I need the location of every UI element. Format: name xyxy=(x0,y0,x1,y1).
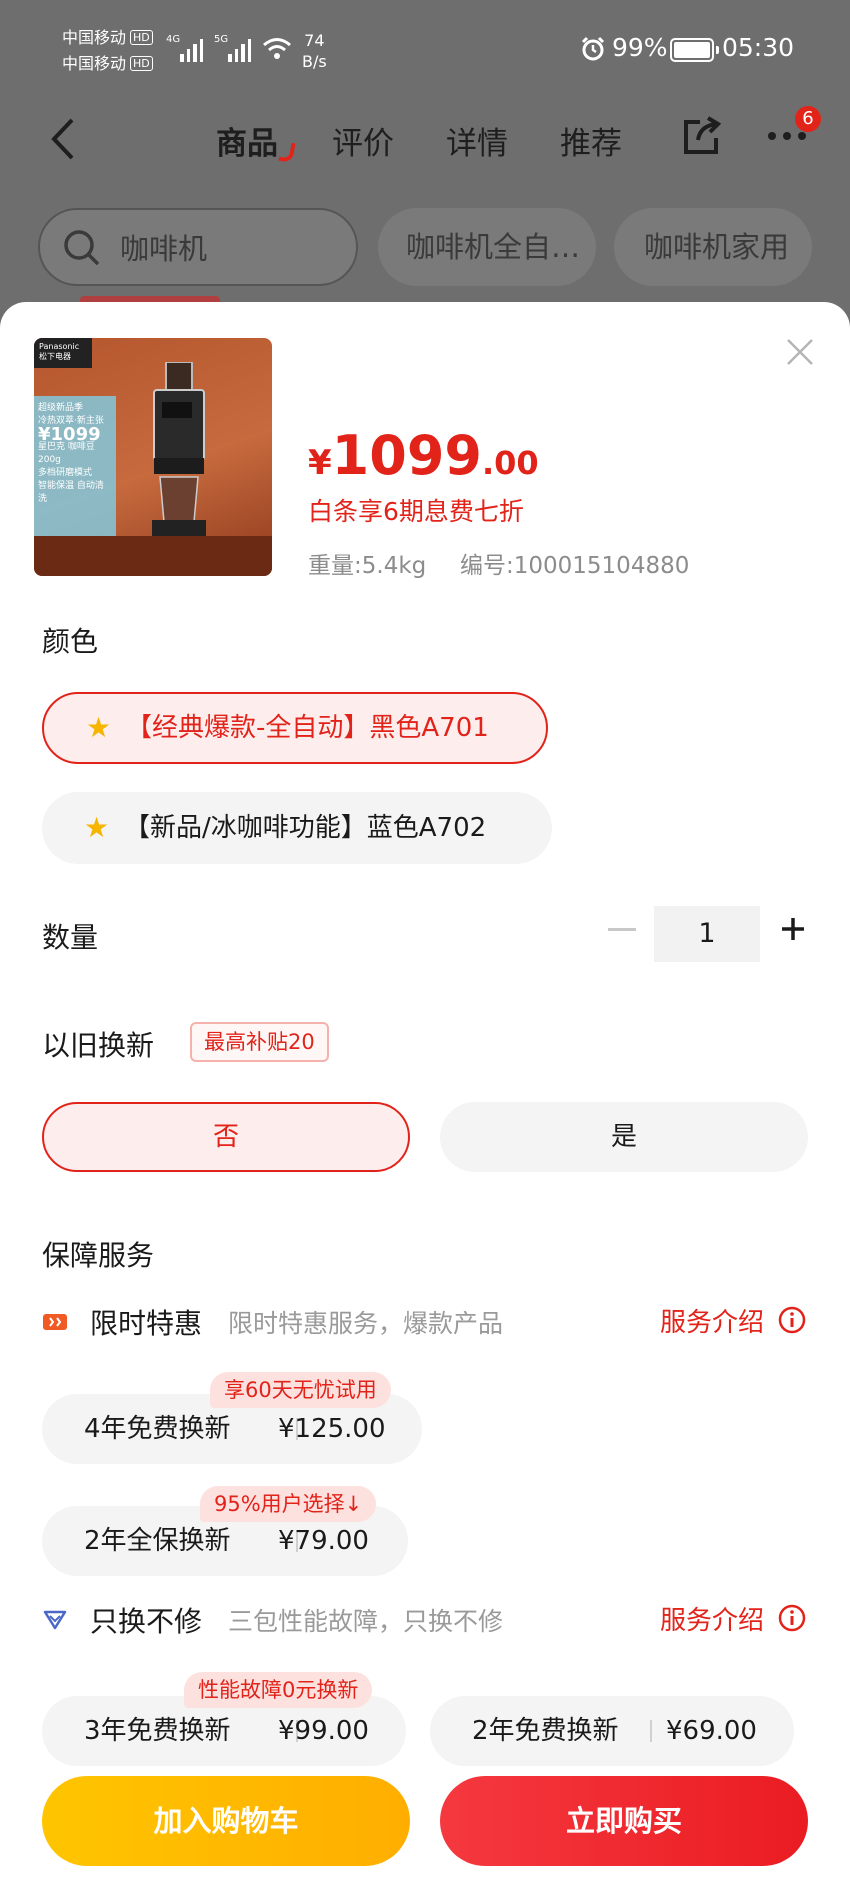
product-sku: 编号:100015104880 xyxy=(460,553,690,579)
add-to-cart-button[interactable]: 加入购物车 xyxy=(42,1776,410,1866)
service-group-header: 只换不修 三包性能故障，只换不修 xyxy=(42,1600,642,1640)
service-ribbon: 性能故障0元换新 xyxy=(184,1672,373,1708)
service-intro-link[interactable]: 服务介绍 xyxy=(660,1302,764,1339)
battery-icon xyxy=(670,38,719,62)
signal-bars-2-icon xyxy=(228,36,251,62)
search-input[interactable]: 咖啡机 xyxy=(38,208,358,286)
star-icon: ★ xyxy=(86,711,112,744)
quantity-label: 数量 xyxy=(42,921,99,954)
trade-in-yes-button[interactable]: 是 xyxy=(440,1102,808,1172)
clock: 05:30 xyxy=(722,33,795,62)
installment-offer: 白条享6期息费七折 xyxy=(308,497,524,526)
service-option-2yr[interactable]: 2年免费换新 ¥69.00 xyxy=(430,1696,794,1766)
back-arrow-icon[interactable] xyxy=(46,114,86,164)
battery-percent: 99% xyxy=(612,33,668,62)
network-type-1: 4G xyxy=(166,34,181,45)
alarm-icon xyxy=(581,36,605,61)
table-surface xyxy=(34,536,272,576)
close-icon[interactable] xyxy=(784,336,816,368)
search-query: 咖啡机 xyxy=(120,232,208,266)
subsidy-tag: 最高补贴20 xyxy=(190,1022,329,1062)
trade-in-label: 以旧换新 xyxy=(42,1029,155,1062)
option-label: 【新品/冰咖啡功能】蓝色A702 xyxy=(124,813,487,843)
service-ribbon: 95%用户选择↓ xyxy=(200,1486,377,1522)
tab-reviews[interactable]: 评价 xyxy=(332,118,394,163)
carrier-2-name: 中国移动 xyxy=(62,54,127,73)
tab-details[interactable]: 详情 xyxy=(446,118,508,163)
service-price: ¥69.00 xyxy=(666,1716,757,1746)
info-icon[interactable] xyxy=(778,1604,806,1632)
price: ¥1099.00 xyxy=(308,424,539,487)
trade-in-no-button[interactable]: 否 xyxy=(42,1102,410,1172)
hd-badge: HD xyxy=(130,30,153,45)
network-type-2: 5G xyxy=(214,34,229,45)
product-image[interactable]: Panasonic 松下电器 超级新品季 冷热双萃·新主张 ¥1099 星巴克 咖… xyxy=(34,338,272,576)
service-name: 2年免费换新 xyxy=(472,1716,619,1746)
service-name: 4年免费换新 xyxy=(84,1414,231,1444)
service-intro-link[interactable]: 服务介绍 xyxy=(660,1600,764,1637)
color-label: 颜色 xyxy=(42,625,99,658)
sku-selector-sheet: Panasonic 松下电器 超级新品季 冷热双萃·新主张 ¥1099 星巴克 咖… xyxy=(0,302,850,1879)
service-desc: 三包性能故障，只换不修 xyxy=(228,1607,504,1636)
promo-line: 智能保温 自动清洗 xyxy=(38,481,104,504)
quantity-increase-button[interactable] xyxy=(780,916,806,942)
product-weight: 重量:5.4kg xyxy=(308,553,427,579)
info-icon[interactable] xyxy=(778,1306,806,1334)
speed-unit: B/s xyxy=(302,52,327,71)
promo-line: 多档研磨模式 xyxy=(38,468,93,478)
option-label: 【经典爆款-全自动】黑色A701 xyxy=(126,713,489,743)
top-nav: 商品 评价 详情 推荐 6 xyxy=(0,100,850,200)
tab-product[interactable]: 商品 xyxy=(216,118,278,163)
carrier-1: 中国移动 HD xyxy=(62,28,153,48)
hd-badge: HD xyxy=(130,56,153,71)
service-group-header: 限时特惠 限时特惠服务，爆款产品 xyxy=(42,1302,642,1342)
tab-recommend[interactable]: 推荐 xyxy=(560,118,622,163)
service-title: 限时特惠 xyxy=(90,1307,203,1340)
suggest-chip-2[interactable]: 咖啡机家用 xyxy=(614,208,812,286)
suggest-chip-1[interactable]: 咖啡机全自… xyxy=(378,208,596,286)
brand-logo: Panasonic 松下电器 xyxy=(34,338,92,368)
network-speed: 74 B/s xyxy=(302,30,327,72)
quantity-decrease-button[interactable] xyxy=(608,928,636,931)
color-option-a701[interactable]: ★ 【经典爆款-全自动】黑色A701 xyxy=(42,692,548,764)
active-tab-indicator xyxy=(278,140,296,164)
gift-icon xyxy=(43,1314,67,1330)
service-ribbon: 享60天无忧试用 xyxy=(210,1372,391,1408)
notification-badge: 6 xyxy=(795,106,821,132)
promo-line: 星巴克 咖啡豆200g xyxy=(38,442,95,465)
color-option-a702[interactable]: ★ 【新品/冰咖啡功能】蓝色A702 xyxy=(42,792,552,864)
star-icon: ★ xyxy=(84,811,110,844)
promo-panel: 超级新品季 冷热双萃·新主张 ¥1099 星巴克 咖啡豆200g 多档研磨模式 … xyxy=(34,396,116,546)
wifi-icon xyxy=(263,38,291,59)
search-icon xyxy=(64,230,100,266)
service-desc: 限时特惠服务，爆款产品 xyxy=(228,1309,504,1338)
status-bar: 中国移动 HD 中国移动 HD 4G 5G 74 B/s 99% 05:30 xyxy=(0,0,850,100)
carrier-1-name: 中国移动 xyxy=(62,28,127,47)
buy-now-button[interactable]: 立即购买 xyxy=(440,1776,808,1866)
signal-bars-1-icon xyxy=(180,36,203,62)
speed-value: 74 xyxy=(304,31,325,50)
promo-price: ¥1099 xyxy=(38,424,101,445)
divider xyxy=(650,1720,652,1742)
share-icon[interactable] xyxy=(680,114,724,158)
coffee-machine-image xyxy=(152,362,206,540)
services-label: 保障服务 xyxy=(42,1239,155,1272)
promo-title: 超级新品季 xyxy=(38,403,84,413)
service-title: 只换不修 xyxy=(90,1605,203,1638)
quantity-input[interactable]: 1 xyxy=(654,906,760,962)
carrier-2: 中国移动 HD xyxy=(62,54,153,74)
diamond-icon xyxy=(43,1610,67,1630)
